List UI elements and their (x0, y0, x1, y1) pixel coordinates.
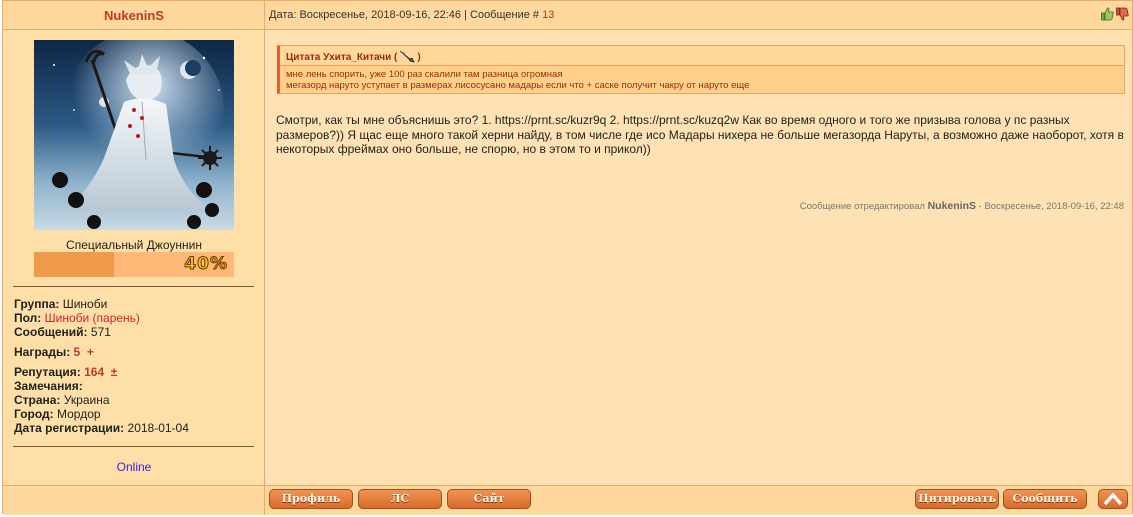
quote-line: мне лень спорить, уже 100 раз скалили та… (286, 69, 563, 80)
group-row: Группа: Шиноби (14, 297, 108, 311)
country-value: Украина (63, 393, 110, 407)
post-body: Цитата Ухита_Китачи ( ) мне лень спорить… (265, 30, 1132, 485)
thumbs-down-icon[interactable] (1116, 7, 1129, 21)
footer-left (3, 485, 265, 515)
avatar[interactable] (34, 40, 234, 230)
divider (13, 446, 254, 447)
arrow-up-icon (1103, 493, 1123, 506)
rank-progress-fill (34, 252, 114, 277)
post-date: Дата: Воскресенье, 2018-09-16, 22:46 | С… (269, 9, 540, 21)
online-status: Online (116, 460, 152, 474)
vote-controls (1101, 7, 1129, 21)
change-reputation-button[interactable]: ± (111, 365, 118, 379)
quote-block: Цитата Ухита_Китачи ( ) мне лень спорить… (277, 45, 1125, 94)
editor-name[interactable]: NukeninS (928, 200, 976, 212)
post-number[interactable]: 13 (542, 9, 554, 21)
city-value: Мордор (57, 407, 101, 421)
divider (13, 286, 254, 287)
profile-button[interactable]: Профиль (269, 489, 353, 509)
awards-value[interactable]: 5 (74, 345, 81, 359)
gender-row: Пол: Шиноби (парень) (14, 311, 140, 325)
scroll-top-button[interactable] (1098, 489, 1128, 509)
country-row: Страна: Украина (14, 393, 110, 407)
reputation-row: Репутация: 164 ± (14, 365, 118, 379)
author-info: Группа: Шиноби Пол: Шиноби (парень) Сооб… (14, 297, 189, 435)
post-meta-header: Дата: Воскресенье, 2018-09-16, 22:46 | С… (265, 1, 1132, 30)
author-nickname[interactable]: NukeninS (3, 8, 265, 23)
website-button[interactable]: Сайт (447, 489, 531, 509)
reputation-value[interactable]: 164 (84, 365, 104, 379)
post-meta: Дата: Воскресенье, 2018-09-16, 22:46 | С… (269, 9, 554, 21)
quote-text: мне лень спорить, уже 100 раз скалили та… (280, 66, 1124, 93)
forum-post: NukeninS Дата: Воскресенье, 2018-09-16, … (2, 0, 1133, 515)
registered-value: 2018-01-04 (127, 421, 189, 435)
awards-row: Награды: 5 + (14, 345, 94, 359)
rank-progress-label: 40% (184, 254, 228, 275)
city-row: Город: Мордор (14, 407, 101, 421)
group-value: Шиноби (62, 297, 108, 311)
messages-row: Сообщений: 571 (14, 325, 111, 339)
rank-progress-bar: 40% (34, 252, 234, 277)
quote-header: Цитата Ухита_Китачи ( ) (280, 46, 1124, 66)
warnings-row: Замечания: (14, 379, 83, 393)
quote-button[interactable]: Цитировать (915, 489, 999, 509)
report-button[interactable]: Сообщить (1003, 489, 1087, 509)
messages-value: 571 (90, 325, 111, 339)
edit-note: Сообщение отредактировал NukeninS - Воск… (799, 200, 1124, 212)
private-message-button[interactable]: ЛС (358, 489, 442, 509)
author-panel: Специальный Джоуннин 40% Группа: Шиноби … (3, 30, 265, 485)
rank-title: Специальный Джоуннин (66, 238, 202, 252)
post-author-header: NukeninS (3, 1, 265, 30)
thumbs-up-icon[interactable] (1101, 7, 1114, 21)
registered-row: Дата регистрации: 2018-01-04 (14, 421, 189, 435)
quote-line: мегазорд наруто уступает в размерах лисо… (286, 80, 750, 91)
add-award-button[interactable]: + (87, 345, 94, 359)
post-text: Смотри, как ты мне объяснишь это? 1. htt… (276, 113, 1124, 156)
gender-value: Шиноби (парень) (44, 311, 140, 325)
post-actions: Профиль ЛС Сайт Цитировать Сообщить (265, 485, 1132, 515)
weapon-icon[interactable] (399, 50, 416, 66)
